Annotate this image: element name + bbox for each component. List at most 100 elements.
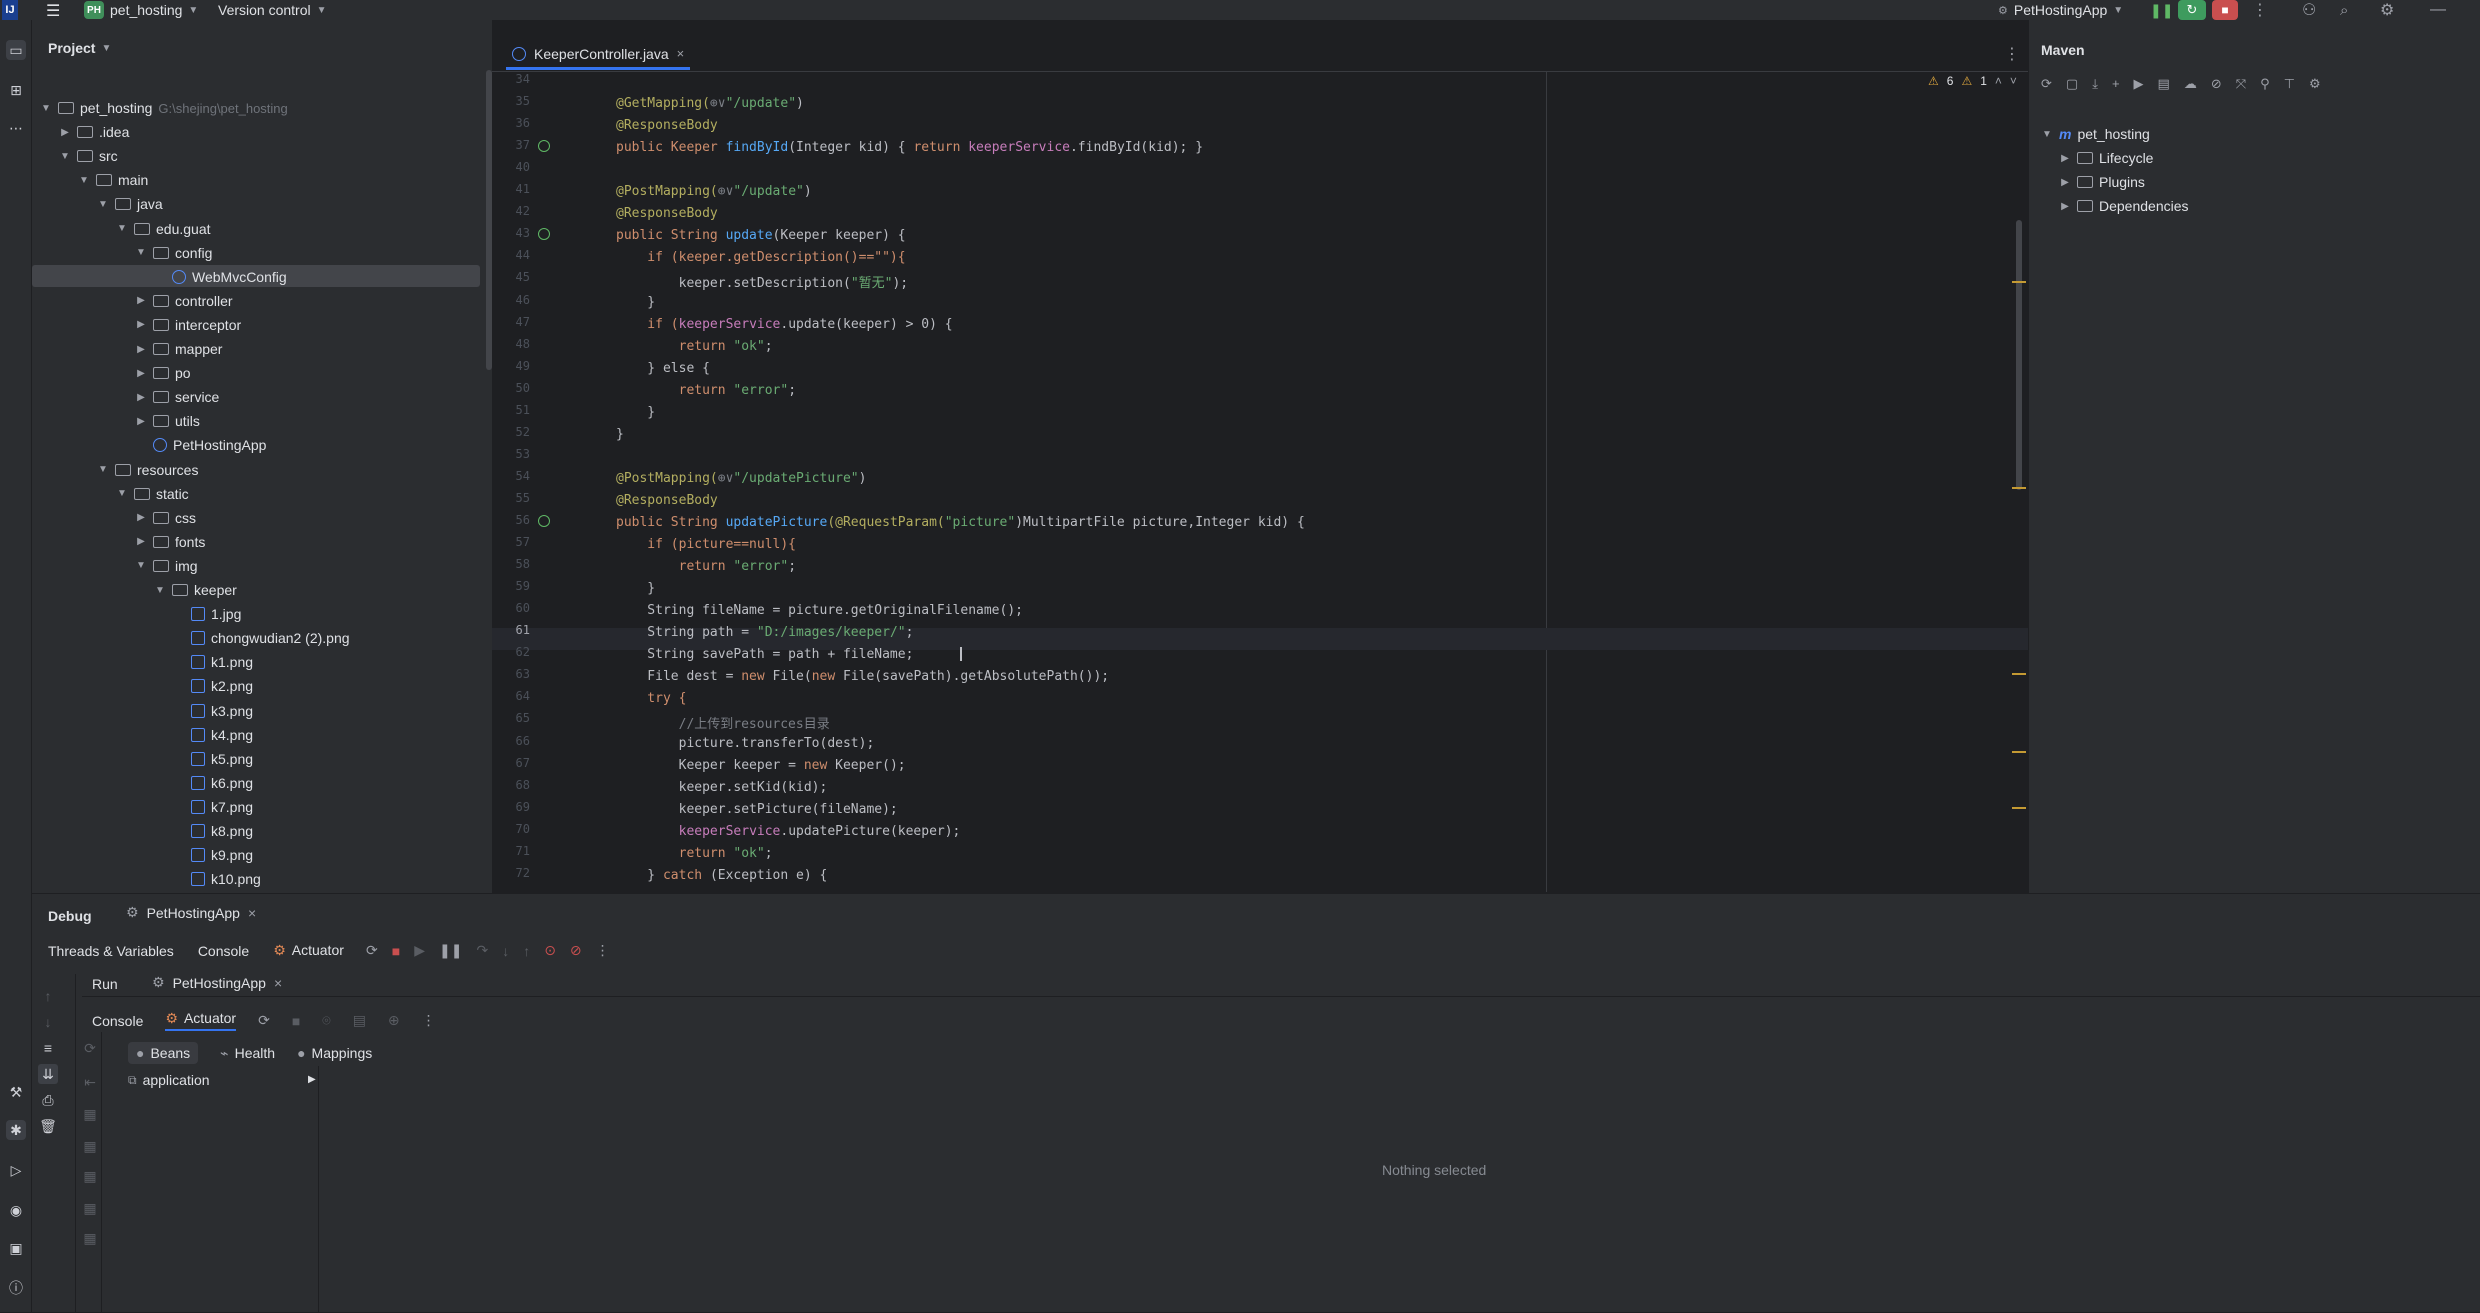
tree-item[interactable]: ▼ java (97, 192, 163, 216)
minimize-icon[interactable]: — (2430, 0, 2446, 20)
tree-item[interactable]: k1.png (173, 650, 253, 674)
layout-icon[interactable]: ▤ (353, 1012, 366, 1029)
maven-item-lifecycle[interactable]: ▶ Lifecycle (2059, 146, 2153, 170)
more-actions-icon[interactable]: ⋮ (596, 942, 610, 959)
search-icon[interactable]: ⌕ (2340, 0, 2348, 20)
filter-icon[interactable]: ▦ (80, 1198, 100, 1218)
add-project-icon[interactable]: ▢ (2066, 76, 2078, 92)
chevron-right-icon[interactable]: ▶ (135, 344, 147, 355)
down-arrow-icon[interactable]: ↓ (38, 1012, 58, 1032)
chevron-down-icon[interactable]: ▼ (97, 199, 109, 210)
tree-item[interactable]: ▶ fonts (135, 530, 205, 554)
chevron-right-icon[interactable]: ▶ (135, 536, 147, 547)
run-tool-icon[interactable]: ▷ (6, 1160, 26, 1180)
tree-item[interactable]: ▼ edu.guat (116, 217, 210, 241)
build-tool-icon[interactable]: ⚒ (6, 1082, 26, 1102)
run-config-selector[interactable]: ⚙ PetHostingApp ▼ (1998, 0, 2123, 20)
chevron-right-icon[interactable]: ▶ (135, 295, 147, 306)
warning-marker[interactable] (2012, 673, 2026, 675)
tab-beans[interactable]: ● Beans (128, 1042, 199, 1064)
tree-item[interactable]: ▶ service (135, 385, 219, 409)
chevron-right-icon[interactable]: ▶ (135, 512, 147, 523)
maven-item-dependencies[interactable]: ▶ Dependencies (2059, 194, 2188, 218)
reload-icon[interactable]: ⟳ (2041, 76, 2052, 92)
more-actions-icon[interactable]: ⋮ (422, 1012, 436, 1029)
collapse-icon[interactable]: ⤧ (2236, 76, 2246, 92)
chevron-right-icon[interactable]: ▶ (308, 1074, 316, 1085)
chevron-right-icon[interactable]: ▶ (135, 368, 147, 379)
terminal-tool-icon[interactable]: ▣ (6, 1238, 26, 1258)
view-breakpoints-icon[interactable]: ⊙ (544, 942, 556, 959)
tab-threads-variables[interactable]: Threads & Variables (48, 943, 174, 959)
debug-session-tab[interactable]: ⚙ PetHostingApp × (126, 904, 256, 921)
chevron-down-icon[interactable]: ▼ (40, 103, 52, 114)
tree-item[interactable]: k2.png (173, 674, 253, 698)
pause-icon[interactable]: ❚❚ (439, 942, 462, 959)
step-out-icon[interactable]: ↑ (523, 943, 530, 959)
tab-mappings[interactable]: ● Mappings (297, 1045, 372, 1061)
soft-wrap-icon[interactable]: ≡ (38, 1038, 58, 1058)
editor-tab[interactable]: KeeperController.java × (506, 40, 691, 70)
chevron-down-icon[interactable]: ▼ (59, 151, 71, 162)
mute-breakpoints-icon[interactable]: ⊘ (570, 942, 582, 959)
scroll-to-end-icon[interactable]: ⇊ (38, 1064, 58, 1084)
debug-tool-icon[interactable]: ✱ (6, 1120, 26, 1140)
bean-gutter-icon[interactable] (538, 228, 550, 241)
plus-icon[interactable]: + (2112, 76, 2120, 92)
tree-item[interactable]: ▼ pet_hosting G:\shejing\pet_hosting (40, 96, 288, 120)
pause-resume-icon[interactable]: ❚❚ (2150, 0, 2173, 20)
tree-item[interactable]: ▼ static (116, 482, 189, 506)
warning-marker[interactable] (2012, 487, 2026, 489)
bean-gutter-icon[interactable] (538, 515, 550, 527)
run-goal-icon[interactable]: ▶ (2134, 76, 2144, 92)
editor-scrollbar[interactable] (2016, 220, 2022, 490)
bean-gutter-icon[interactable] (538, 140, 550, 153)
chevron-down-icon[interactable]: ▼ (135, 247, 147, 258)
tab-actuator[interactable]: ⚙ Actuator (273, 942, 344, 959)
tree-item[interactable]: k3.png (173, 699, 253, 723)
inspection-widget[interactable]: ⚠ 6 ⚠ 1 ˄ ˅ (1928, 74, 2017, 88)
tree-item[interactable]: WebMvcConfig (154, 265, 287, 289)
refresh-icon[interactable]: ⟳ (258, 1012, 270, 1029)
tree-item[interactable]: k6.png (173, 771, 253, 795)
chevron-down-icon[interactable]: ▼ (97, 464, 109, 475)
main-menu-icon[interactable]: ☰ (46, 1, 60, 21)
filter-icon[interactable]: ▦ (80, 1166, 100, 1186)
tree-item[interactable]: ▼ src (59, 144, 118, 168)
project-panel-header[interactable]: Project ▼ (48, 40, 111, 56)
more-actions-icon[interactable]: ⋮ (2252, 0, 2268, 20)
up-arrow-icon[interactable]: ↑ (38, 986, 58, 1006)
vcs-widget[interactable]: Version control ▼ (218, 0, 327, 20)
print-icon[interactable]: ⎙ (38, 1090, 58, 1110)
tree-item[interactable]: ▶ .idea (59, 120, 129, 144)
resume-icon[interactable]: ▶ (414, 942, 425, 959)
maven-item-plugins[interactable]: ▶ Plugins (2059, 170, 2145, 194)
close-tab-icon[interactable]: × (677, 46, 685, 61)
skip-tests-icon[interactable]: ⊘ (2211, 76, 2222, 92)
tree-item[interactable]: ▶ po (135, 361, 190, 385)
chevron-down-icon[interactable]: ▼ (78, 175, 90, 186)
structure-tool-icon[interactable]: ⊞ (6, 80, 26, 100)
filter-icon[interactable]: ▦ (80, 1228, 100, 1248)
tree-item[interactable]: ▶ utils (135, 409, 200, 433)
project-switcher[interactable]: PH pet_hosting ▼ (84, 0, 198, 20)
add-user-icon[interactable]: ⚇ (2302, 0, 2316, 20)
close-tab-icon[interactable]: × (274, 975, 282, 991)
debug-button[interactable]: ↻ (2178, 0, 2206, 20)
chevron-right-icon[interactable]: ▶ (135, 392, 147, 403)
tab-console[interactable]: Console (198, 943, 249, 959)
chevron-down-icon[interactable]: ▼ (116, 488, 128, 499)
tree-item[interactable]: ▶ interceptor (135, 313, 241, 337)
camera-icon[interactable]: ⌾ (322, 1012, 330, 1029)
tree-item[interactable]: ▼ img (135, 554, 198, 578)
tree-item[interactable]: k10.png (173, 867, 261, 891)
stop-icon[interactable]: ■ (292, 1013, 300, 1029)
tree-item[interactable]: k5.png (173, 747, 253, 771)
settings-gear-icon[interactable]: ⚙ (2380, 0, 2394, 20)
tree-item[interactable]: chongwudian2 (2).png (173, 626, 350, 650)
close-tab-icon[interactable]: × (248, 905, 256, 921)
warning-marker[interactable] (2012, 281, 2026, 283)
chevron-right-icon[interactable]: ▶ (59, 127, 71, 138)
warning-marker[interactable] (2012, 807, 2026, 809)
refresh-icon[interactable]: ⟳ (80, 1038, 100, 1058)
